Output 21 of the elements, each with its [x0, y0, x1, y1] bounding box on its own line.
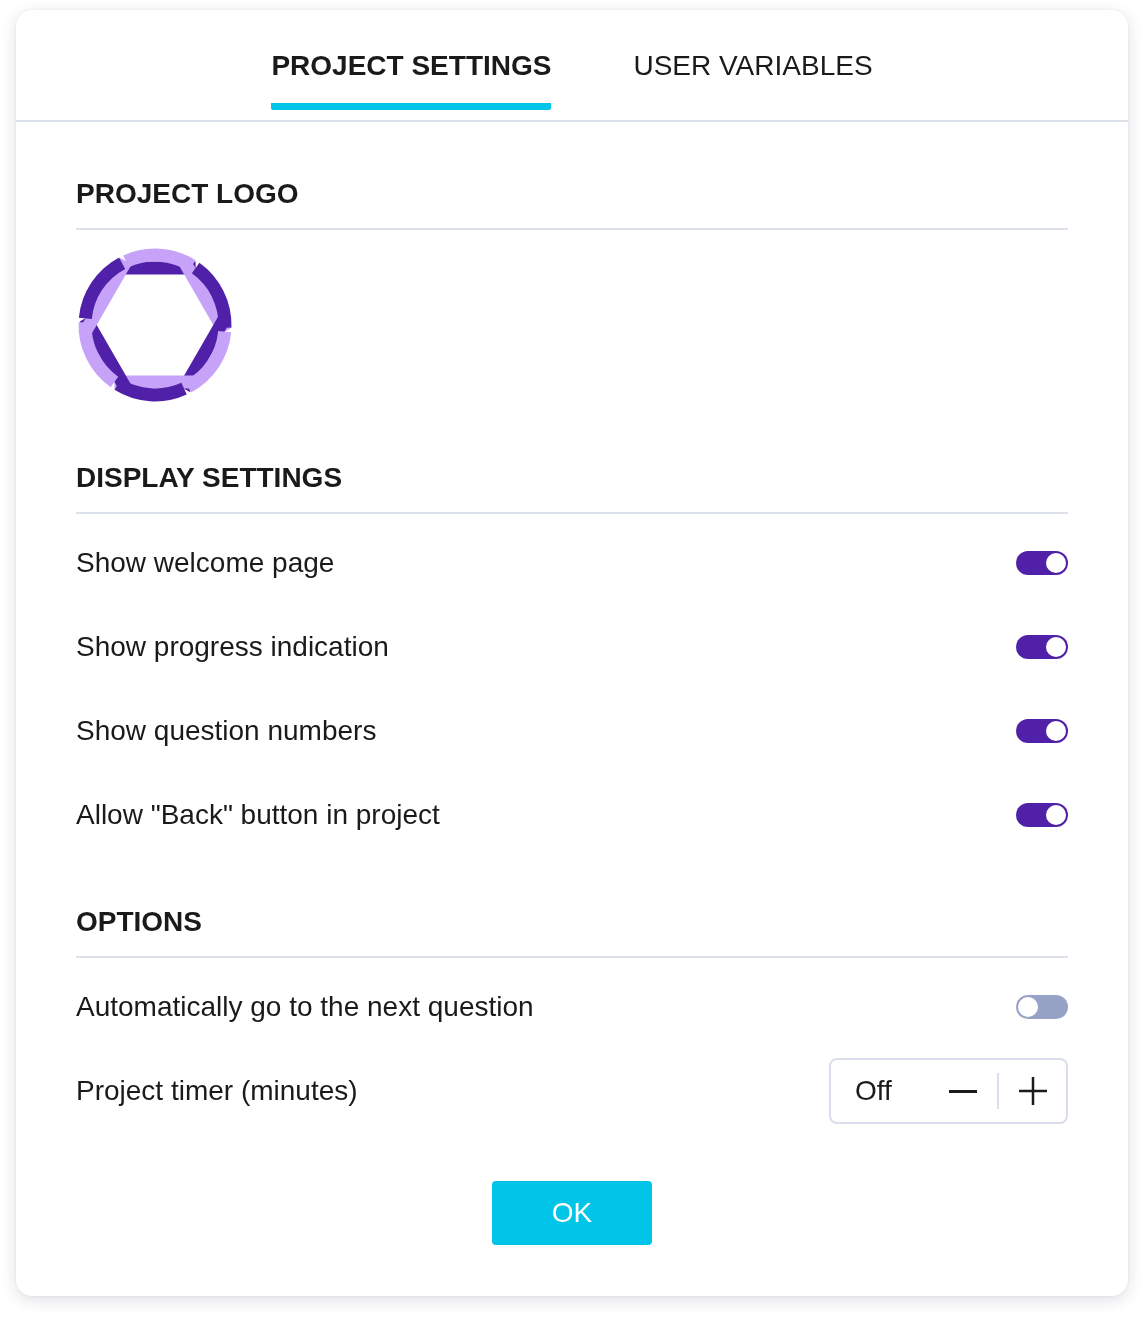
setting-label: Allow "Back" button in project	[76, 799, 440, 831]
section-heading: DISPLAY SETTINGS	[76, 463, 1068, 514]
setting-label: Show welcome page	[76, 547, 335, 579]
number-stepper[interactable]: Off	[829, 1058, 1068, 1124]
setting-label: Automatically go to the next question	[76, 991, 534, 1023]
setting-label: Project timer (minutes)	[76, 1075, 358, 1107]
increment-button[interactable]	[1019, 1077, 1047, 1105]
tab[interactable]: USER VARIABLES	[633, 10, 873, 110]
toggle-switch[interactable]	[1016, 635, 1068, 659]
plus-icon	[1019, 1077, 1047, 1105]
toggle-switch[interactable]	[1016, 803, 1068, 827]
section-heading: OPTIONS	[76, 907, 1068, 958]
tab[interactable]: PROJECT SETTINGS	[271, 10, 552, 110]
toggle-switch[interactable]	[1016, 551, 1068, 575]
setting-label: Show progress indication	[76, 631, 389, 663]
section-heading: PROJECT LOGO	[76, 179, 1068, 230]
toggle-switch[interactable]	[1016, 995, 1068, 1019]
setting-label: Show question numbers	[76, 715, 377, 747]
minus-icon	[949, 1089, 977, 1093]
toggle-switch[interactable]	[1016, 719, 1068, 743]
stepper-value: Off	[855, 1075, 893, 1107]
